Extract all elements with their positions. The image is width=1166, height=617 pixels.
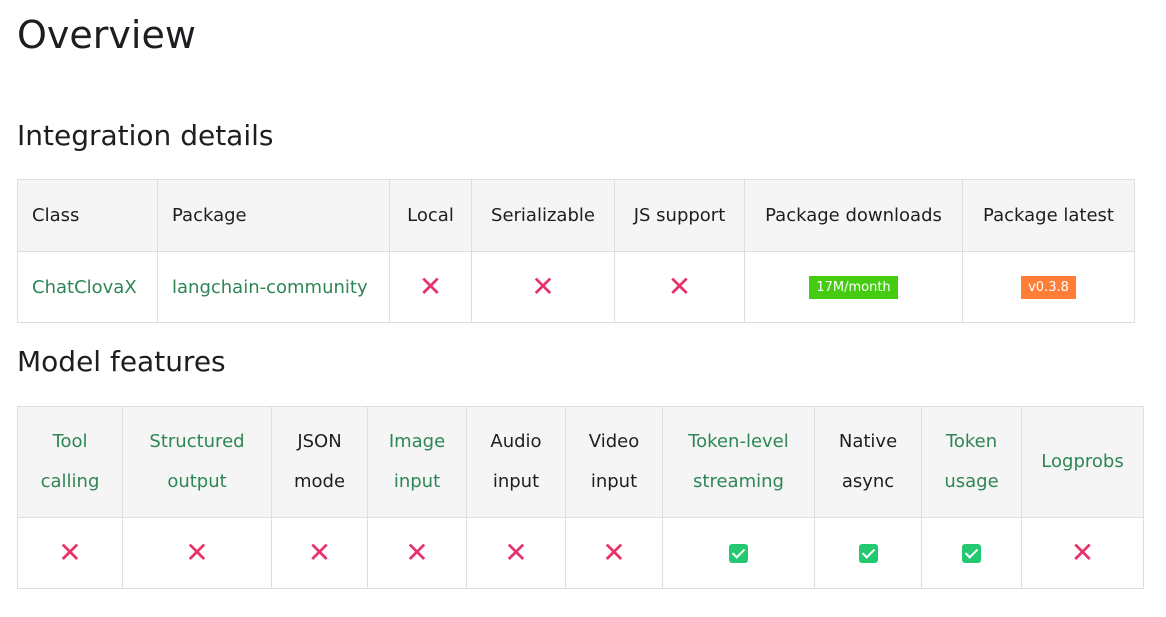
header-native-async: Native async	[814, 406, 922, 518]
check-icon	[729, 544, 748, 563]
cross-icon: ✕	[1070, 536, 1095, 569]
header-package-latest: Package latest	[962, 179, 1135, 252]
header-line: Tool	[52, 431, 88, 452]
cross-icon: ✕	[531, 270, 555, 303]
header-package-downloads: Package downloads	[744, 179, 963, 252]
table-row: ✕ ✕ ✕ ✕ ✕ ✕ ✕	[17, 517, 1144, 589]
header-line: Token-level	[688, 431, 789, 452]
header-line: input	[393, 471, 441, 492]
latest-cell: v0.3.8	[962, 251, 1135, 323]
json-mode-cell: ✕	[271, 517, 368, 589]
header-line: input	[492, 471, 540, 492]
cross-icon: ✕	[185, 536, 209, 569]
header-audio-input: Audio input	[466, 406, 566, 518]
header-token-usage[interactable]: Token usage	[921, 406, 1022, 518]
class-link[interactable]: ChatClovaX	[17, 251, 158, 323]
header-line: Structured	[149, 431, 245, 452]
header-package: Package	[157, 179, 390, 252]
table-row: ChatClovaX langchain-community ✕ ✕ ✕ 17M…	[17, 251, 1135, 323]
model-features-heading: Model features	[17, 345, 226, 378]
header-line: usage	[944, 471, 999, 492]
model-features-table: Tool calling Structured output JSON mode Im…	[17, 406, 1144, 589]
table-header-row: Class Package Local Serializable JS supp…	[17, 179, 1135, 252]
header-logprobs[interactable]: Logprobs	[1021, 406, 1144, 518]
header-json-mode: JSON mode	[271, 406, 368, 518]
header-token-level-streaming[interactable]: Token-level streaming	[662, 406, 815, 518]
check-icon	[962, 544, 981, 563]
header-image-input[interactable]: Image input	[367, 406, 467, 518]
header-line: mode	[293, 471, 346, 492]
integration-details-table: Class Package Local Serializable JS supp…	[17, 179, 1135, 323]
audio-input-cell: ✕	[466, 517, 566, 589]
header-line: calling	[40, 471, 100, 492]
cross-icon: ✕	[418, 270, 443, 303]
tool-calling-cell: ✕	[17, 517, 123, 589]
header-line: Native	[838, 431, 898, 452]
cross-icon: ✕	[504, 536, 528, 569]
logprobs-cell: ✕	[1021, 517, 1144, 589]
header-line: input	[590, 471, 638, 492]
cross-icon: ✕	[307, 536, 332, 569]
js-support-cell: ✕	[614, 251, 745, 323]
page-title: Overview	[17, 13, 196, 57]
header-tool-calling[interactable]: Tool calling	[17, 406, 123, 518]
header-line: Video	[588, 431, 640, 452]
package-link[interactable]: langchain-community	[157, 251, 390, 323]
integration-details-heading: Integration details	[17, 119, 274, 152]
image-input-cell: ✕	[367, 517, 467, 589]
header-serializable: Serializable	[471, 179, 615, 252]
header-line: Token	[945, 431, 998, 452]
header-line: async	[841, 471, 895, 492]
header-line: streaming	[693, 471, 784, 492]
serializable-cell: ✕	[471, 251, 615, 323]
header-video-input: Video input	[565, 406, 663, 518]
check-icon	[858, 544, 878, 563]
downloads-cell: 17M/month	[744, 251, 963, 323]
latest-version-badge[interactable]: v0.3.8	[1021, 275, 1076, 299]
cross-icon: ✕	[667, 270, 692, 303]
local-cell: ✕	[389, 251, 472, 323]
structured-output-cell: ✕	[122, 517, 272, 589]
token-usage-cell	[921, 517, 1022, 589]
header-line: Image	[388, 431, 446, 452]
table-header-row: Tool calling Structured output JSON mode Im…	[17, 406, 1144, 518]
video-input-cell: ✕	[565, 517, 663, 589]
header-class: Class	[17, 179, 158, 252]
header-local: Local	[389, 179, 472, 252]
cross-icon: ✕	[602, 536, 626, 569]
header-line: output	[167, 471, 227, 492]
header-structured-output[interactable]: Structured output	[122, 406, 272, 518]
header-line: Logprobs	[1041, 451, 1124, 472]
cross-icon: ✕	[58, 536, 82, 569]
token-level-streaming-cell	[662, 517, 815, 589]
cross-icon: ✕	[405, 536, 429, 569]
header-line: Audio	[490, 431, 542, 452]
header-line: JSON	[297, 431, 342, 452]
header-js-support: JS support	[614, 179, 745, 252]
downloads-badge[interactable]: 17M/month	[809, 275, 898, 299]
native-async-cell	[814, 517, 922, 589]
